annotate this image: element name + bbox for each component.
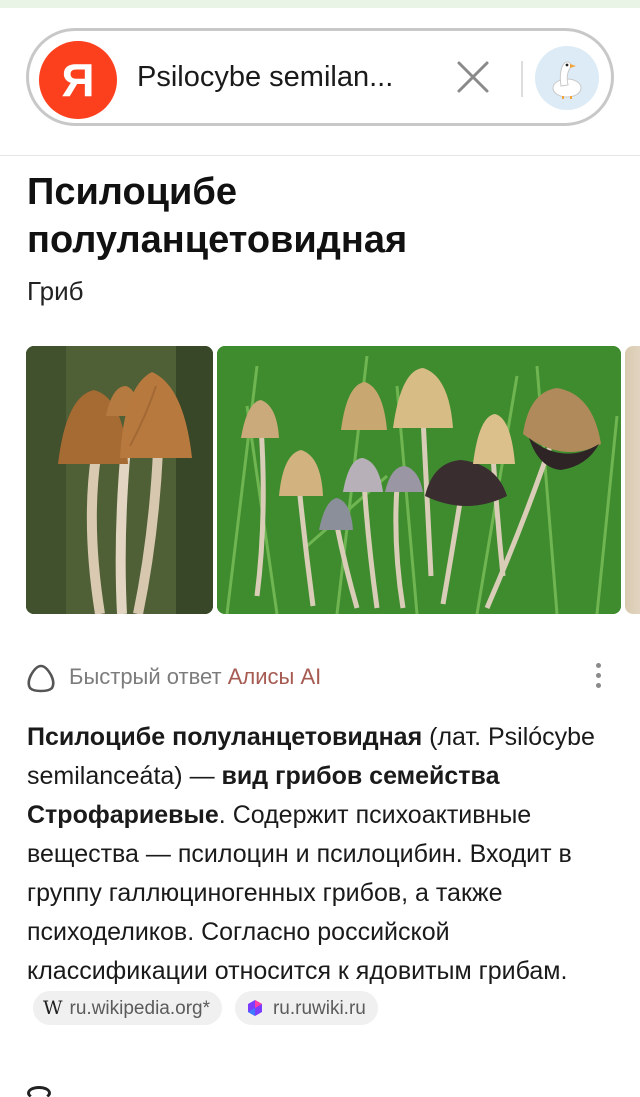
alice-logo-icon [27,664,55,693]
yandex-logo-icon[interactable]: Я [39,41,117,119]
entity-subtitle: Гриб [27,276,84,306]
mushroom-photo-2[interactable] [217,346,621,614]
search-bar[interactable]: Я Psilocybe semilan... [26,28,614,126]
ruwiki-icon [247,1000,262,1017]
alice-brand-text: Алисы AI [227,664,322,689]
mushroom-photo-3-partial[interactable] [625,346,640,614]
alice-label-text: Быстрый ответ [69,664,222,689]
user-avatar-goose-icon[interactable] [535,46,599,110]
search-header: Я Psilocybe semilan... [0,8,640,156]
source-label: ru.wikipedia.org* [69,997,210,1019]
wikipedia-icon: W [43,996,63,1019]
source-chip-ruwiki[interactable]: ru.ruwiki.ru [234,991,378,1026]
alice-label: Быстрый ответ Алисы AI [69,664,321,690]
alice-quick-answer-header: Быстрый ответ Алисы AI [26,660,616,694]
source-chip-wikipedia[interactable]: Wru.wikipedia.org* [33,991,222,1026]
next-section-peek [27,1086,51,1097]
answer-entity-name: Псилоцибе полуланцетовидная [27,723,423,751]
source-label: ru.ruwiki.ru [272,997,366,1019]
more-options-icon[interactable] [590,660,606,694]
entity-title: Псилоцибе полуланцетовидная [27,171,408,261]
image-gallery[interactable] [26,346,640,614]
mushroom-photo-1[interactable] [26,346,213,614]
search-divider [521,61,523,97]
search-query-text[interactable]: Psilocybe semilan... [137,61,393,94]
status-strip [0,0,640,8]
clear-search-icon[interactable] [453,57,493,97]
answer-text: Псилоцибе полуланцетовидная (лат. Psilóc… [27,718,623,1030]
